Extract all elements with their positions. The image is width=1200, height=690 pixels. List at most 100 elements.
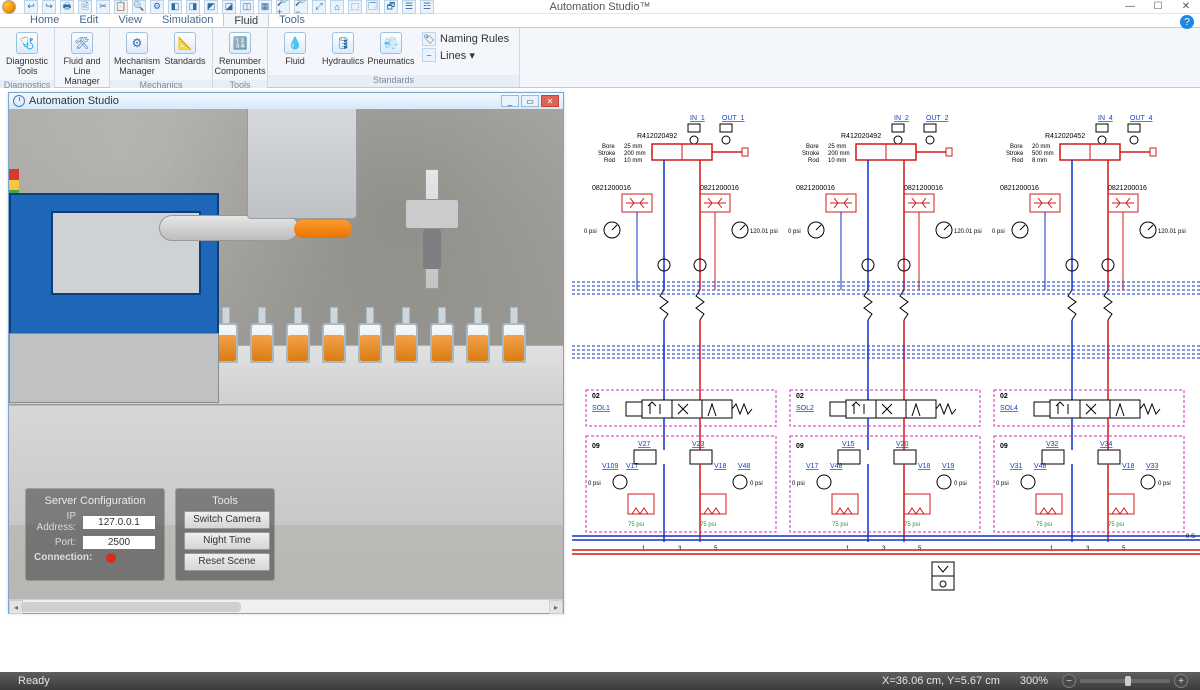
quick-access-toolbar: ↩ ↪ 🖶 🗎 ✂ 📋 🔍 ⚙ ◧ ◨ ◩ ◪ ◫ ▦ 🔎+ 🔎− ⤢ ⌂ ⬚ 🗔 🗗 ☰ ☲ [24,0,434,14]
qat-button-14[interactable]: 🔎+ [276,0,290,14]
svg-text:5: 5 [1122,546,1126,552]
ribbon-tabs: HomeEditViewSimulationFluidTools [0,14,1200,28]
qat-button-2[interactable]: 🖶 [60,0,74,14]
qat-button-15[interactable]: 🔎− [294,0,308,14]
child-horizontal-scrollbar[interactable]: ◂ ▸ [9,599,563,613]
ribbon-lines-▾[interactable]: ⎯Lines ▾ [422,48,509,62]
port-input[interactable] [82,535,156,550]
ribbon-diagnostic-tools[interactable]: 🩺DiagnosticTools [4,30,50,78]
zoom-out-button[interactable]: − [1062,674,1076,688]
zoom-in-button[interactable]: + [1174,674,1188,688]
qat-button-10[interactable]: ◩ [204,0,218,14]
close-button[interactable]: ✕ [1172,0,1200,14]
simulation-window-titlebar[interactable]: Automation Studio _ ▭ ✕ [9,93,563,109]
svg-text:V109: V109 [602,463,618,470]
qat-button-11[interactable]: ◪ [222,0,236,14]
hopper [247,109,357,219]
qat-button-17[interactable]: ⌂ [330,0,344,14]
minimize-button[interactable]: — [1116,0,1144,14]
scroll-thumb[interactable] [21,602,241,612]
qat-button-19[interactable]: 🗔 [366,0,380,14]
qat-button-8[interactable]: ◧ [168,0,182,14]
child-maximize-button[interactable]: ▭ [521,95,539,107]
svg-text:0821200016: 0821200016 [1000,185,1039,192]
svg-text:09: 09 [592,443,600,450]
ribbon-standards[interactable]: 📐Standards [162,30,208,68]
svg-text:0821200016: 0821200016 [592,185,631,192]
ip-input[interactable] [82,515,156,530]
qat-button-22[interactable]: ☲ [420,0,434,14]
qat-button-7[interactable]: ⚙ [150,0,164,14]
mechanism-icon: ⚙ [126,32,148,54]
svg-text:10 mm: 10 mm [828,158,846,164]
svg-text:0821200016: 0821200016 [904,185,943,192]
simulation-viewport[interactable]: Server Configuration IP Address: Port: C… [9,109,563,599]
qat-button-0[interactable]: ↩ [24,0,38,14]
simulation-window-title: Automation Studio [29,95,119,107]
ribbon-mechanism-manager[interactable]: ⚙MechanismManager [114,30,160,78]
svg-text:Bore: Bore [806,144,819,150]
svg-text:V17: V17 [626,463,639,470]
reset-scene-button[interactable]: Reset Scene [184,553,270,571]
svg-text:V27: V27 [638,441,651,448]
ribbon-fluid-and-line-manager[interactable]: 🛠Fluid andLine Manager [59,30,105,88]
svg-text:1: 1 [846,546,850,552]
qat-button-3[interactable]: 🗎 [78,0,92,14]
hydraulics-icon: 🛢 [332,32,354,54]
child-minimize-button[interactable]: _ [501,95,519,107]
svg-text:3: 3 [1086,546,1090,552]
qat-button-1[interactable]: ↪ [42,0,56,14]
ribbon: 🩺DiagnosticToolsDiagnostics🛠Fluid andLin… [0,28,1200,88]
connection-status-icon [106,553,116,563]
qat-button-5[interactable]: 📋 [114,0,128,14]
work-area: Automation Studio _ ▭ ✕ [0,88,1200,672]
tab-home[interactable]: Home [20,13,69,27]
tab-simulation[interactable]: Simulation [152,13,223,27]
svg-text:V18: V18 [714,463,727,470]
scroll-right-button[interactable]: ▸ [549,600,563,614]
qat-button-20[interactable]: 🗗 [384,0,398,14]
svg-text:25 mm: 25 mm [828,144,846,150]
qat-button-4[interactable]: ✂ [96,0,110,14]
ribbon-renumber-components[interactable]: 🔢RenumberComponents [217,30,263,78]
night-time-button[interactable]: Night Time [184,532,270,550]
svg-text:V18: V18 [1122,463,1135,470]
svg-text:R412020452: R412020452 [1045,133,1085,140]
qat-button-18[interactable]: ⬚ [348,0,362,14]
svg-text:120.01 psi: 120.01 psi [750,229,778,235]
tools-panel-title: Tools [184,495,266,507]
tab-fluid[interactable]: Fluid [223,13,269,27]
svg-text:09: 09 [796,443,804,450]
qat-button-16[interactable]: ⤢ [312,0,326,14]
ribbon-fluid[interactable]: 💧Fluid [272,30,318,68]
qat-button-9[interactable]: ◨ [186,0,200,14]
maximize-button[interactable]: ☐ [1144,0,1172,14]
svg-text:0 psi: 0 psi [588,481,601,487]
switch-camera-button[interactable]: Switch Camera [184,511,270,529]
ribbon-hydraulics[interactable]: 🛢Hydraulics [320,30,366,68]
renumber-icon: 🔢 [229,32,251,54]
svg-text:R412020492: R412020492 [637,133,677,140]
ribbon-naming-rules[interactable]: 🏷Naming Rules [422,32,509,46]
qat-button-12[interactable]: ◫ [240,0,254,14]
zoom-slider[interactable] [1080,679,1170,683]
svg-text:25 mm: 25 mm [624,144,642,150]
help-icon[interactable]: ? [1180,15,1194,29]
statusbar: Ready X=36.06 cm, Y=5.67 cm 300% − + [0,672,1200,690]
svg-text:0 psi: 0 psi [584,229,597,235]
qat-button-6[interactable]: 🔍 [132,0,146,14]
tab-edit[interactable]: Edit [69,13,108,27]
svg-text:3: 3 [882,546,886,552]
child-close-button[interactable]: ✕ [541,95,559,107]
svg-text:IN_4: IN_4 [1098,115,1113,122]
ip-label: IP Address: [34,511,76,533]
svg-text:1: 1 [1050,546,1054,552]
schematic-canvas[interactable]: IN_1OUT_1R412020492Bore25 mmStroke200 mm… [572,88,1200,672]
titlebar: ↩↪🖶🗎✂📋🔍⚙◧◨◩◪◫▦🔎+🔎−⤢⌂⬚🗔🗗☰☲ Automation Stu… [0,0,1200,14]
tab-view[interactable]: View [108,13,152,27]
tools-panel: Tools Switch Camera Night Time Reset Scene [175,488,275,581]
qat-button-21[interactable]: ☰ [402,0,416,14]
svg-text:OUT_1: OUT_1 [722,115,745,122]
ribbon-pneumatics[interactable]: 💨Pneumatics [368,30,414,68]
qat-button-13[interactable]: ▦ [258,0,272,14]
